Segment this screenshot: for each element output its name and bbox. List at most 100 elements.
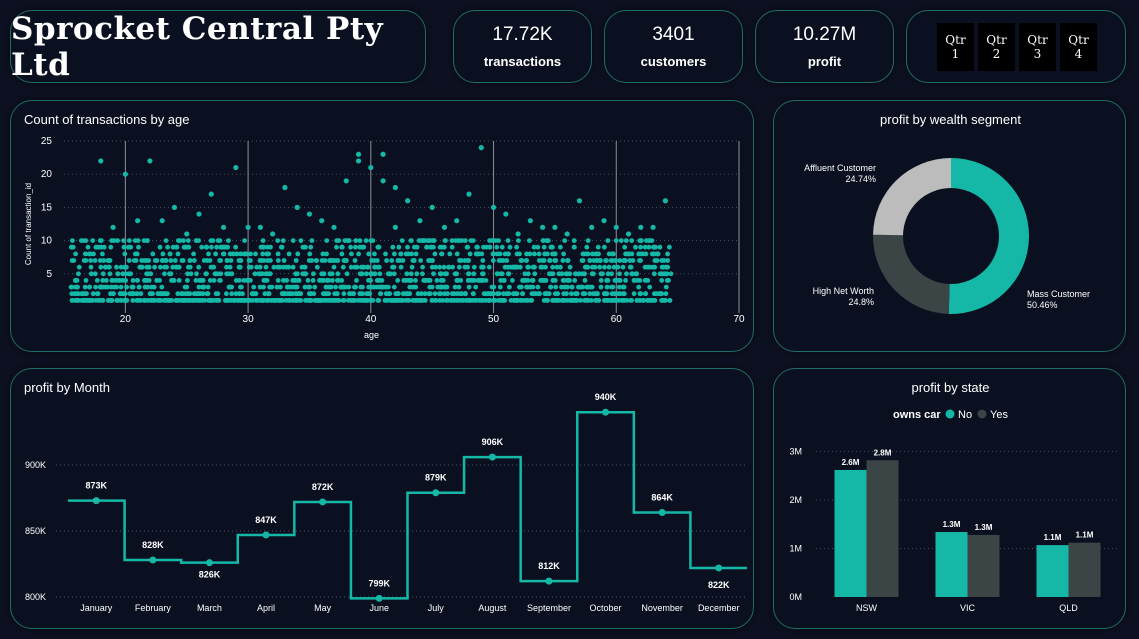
scatter-point: [329, 271, 335, 277]
scatter-point: [294, 271, 300, 277]
scatter-point: [497, 251, 503, 257]
scatter-point: [106, 258, 112, 263]
scatter-point: [346, 298, 351, 303]
scatter-point: [629, 238, 635, 244]
scatter-point: [322, 258, 328, 263]
scatter-point: [400, 258, 406, 263]
scatter-point: [163, 238, 169, 244]
scatter-point: [466, 191, 472, 197]
scatter-point: [553, 258, 559, 263]
donut-label-name: High Net Worth: [813, 286, 874, 296]
scatter-point: [73, 298, 79, 303]
scatter-point: [582, 291, 588, 297]
qtr-2-number: 2: [992, 47, 1001, 61]
donut-label-percent: 24.8%: [848, 297, 874, 307]
scatter-x-tick: 40: [365, 314, 377, 325]
scatter-point: [69, 258, 75, 263]
scatter-point: [267, 271, 273, 277]
qtr-3-button[interactable]: Qtr 3: [1019, 23, 1056, 71]
scatter-point: [196, 264, 202, 270]
scatter-point: [419, 238, 424, 244]
scatter-point: [94, 244, 99, 250]
scatter-point: [640, 251, 646, 257]
scatter-point: [631, 291, 637, 297]
scatter-point: [393, 298, 398, 303]
scatter-point: [598, 271, 604, 277]
scatter-point: [308, 244, 314, 250]
scatter-point: [558, 244, 563, 250]
scatter-point: [88, 258, 94, 263]
scatter-point: [218, 271, 224, 277]
scatter-point: [314, 264, 320, 270]
scatter-point: [405, 198, 411, 204]
scatter-point: [335, 298, 341, 303]
scatter-point: [279, 291, 285, 297]
scatter-point: [295, 251, 301, 257]
scatter-point: [439, 251, 444, 257]
state-x-tick: VIC: [960, 603, 976, 613]
scatter-point: [275, 251, 281, 257]
scatter-point: [542, 251, 548, 257]
scatter-point: [138, 264, 144, 270]
qtr-4-button[interactable]: Qtr 4: [1060, 23, 1097, 71]
scatter-point: [597, 264, 603, 270]
scatter-point: [431, 238, 437, 244]
scatter-point: [441, 264, 447, 270]
scatter-point: [578, 284, 584, 290]
scatter-point: [194, 238, 199, 244]
scatter-point: [425, 278, 431, 283]
scatter-point: [194, 271, 199, 277]
scatter-point: [261, 284, 266, 290]
scatter-point: [181, 298, 187, 303]
scatter-point: [162, 271, 167, 277]
scatter-point: [324, 238, 330, 244]
scatter-point: [449, 244, 455, 250]
scatter-point: [637, 298, 643, 303]
scatter-point: [617, 278, 623, 283]
donut-label-name: Affluent Customer: [804, 163, 876, 173]
scatter-point: [389, 258, 395, 263]
scatter-point: [391, 264, 397, 270]
scatter-point: [344, 271, 350, 277]
scatter-point: [496, 238, 501, 244]
scatter-point: [606, 264, 612, 270]
scatter-point: [412, 244, 417, 250]
state-bar-label: 1.1M: [1076, 531, 1094, 540]
scatter-point: [272, 298, 277, 303]
scatter-point: [180, 258, 186, 263]
scatter-point: [158, 264, 163, 270]
scatter-point: [591, 271, 596, 277]
scatter-point: [535, 284, 541, 290]
scatter-x-tick: 30: [243, 314, 255, 325]
scatter-point: [270, 231, 276, 237]
scatter-point: [167, 251, 173, 257]
scatter-point: [437, 264, 442, 270]
scatter-point: [576, 198, 583, 204]
scatter-point: [571, 238, 577, 244]
scatter-point: [540, 258, 546, 263]
qtr-4-number: 4: [1074, 47, 1083, 61]
qtr-1-button[interactable]: Qtr 1: [937, 23, 974, 71]
scatter-point: [581, 271, 587, 277]
scatter-point: [516, 238, 521, 244]
scatter-point: [180, 291, 185, 297]
scatter-point: [586, 284, 591, 290]
scatter-point: [652, 258, 658, 263]
scatter-point: [126, 271, 132, 277]
scatter-point: [589, 224, 595, 230]
scatter-point: [167, 298, 173, 303]
scatter-point: [463, 291, 468, 297]
scatter-point: [340, 284, 345, 290]
scatter-point: [608, 258, 614, 263]
scatter-point: [215, 291, 221, 297]
scatter-point: [437, 271, 443, 277]
scatter-point: [145, 238, 150, 244]
scatter-point: [391, 284, 397, 290]
qtr-2-button[interactable]: Qtr 2: [978, 23, 1015, 71]
scatter-point: [514, 244, 519, 250]
scatter-point: [639, 238, 644, 244]
scatter-point: [525, 264, 531, 270]
scatter-point: [358, 284, 364, 290]
scatter-point: [562, 238, 568, 244]
scatter-point: [335, 271, 341, 277]
